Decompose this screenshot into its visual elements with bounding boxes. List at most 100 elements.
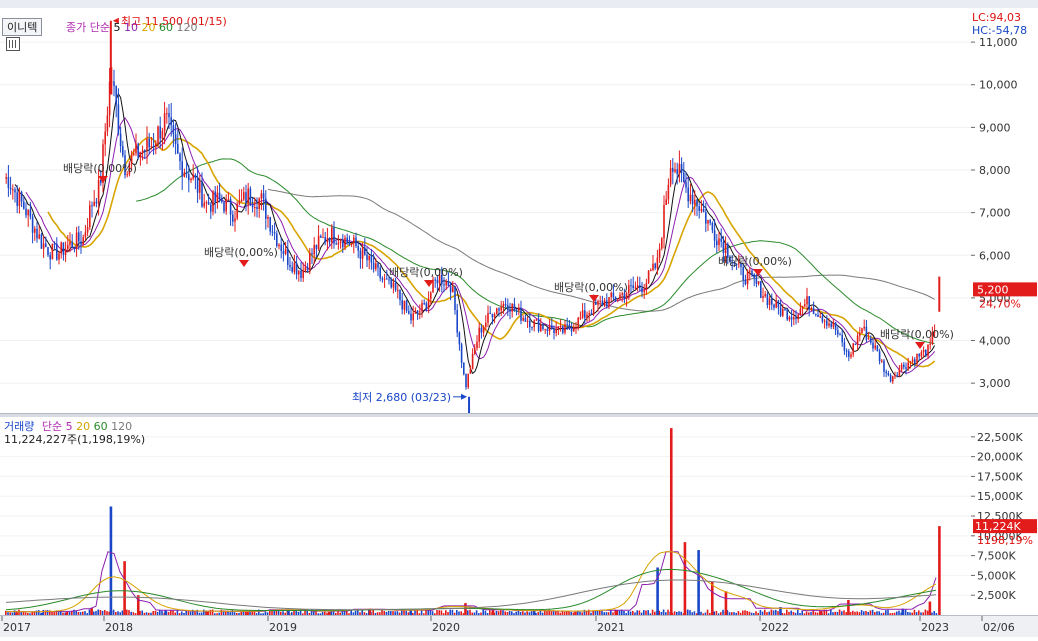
candle-body: [784, 308, 786, 310]
price-chart-panel[interactable]: 최고 11,500 (01/15) 최저 2,680 (03/23) 배당락(0,0…: [0, 8, 972, 414]
volume-chart-panel[interactable]: 거래량 단순 5 20 60 120 11,224,227주(1,198,19%…: [0, 417, 972, 615]
dividend-label: 배당락(0,00%): [63, 162, 137, 175]
candle-body: [249, 188, 252, 204]
candle-body: [812, 307, 815, 314]
candle-body: [471, 353, 474, 370]
volume-tick-label: 22,500K: [977, 431, 1023, 444]
candle-body: [201, 181, 203, 207]
candle-body: [419, 311, 421, 313]
candle-body: [529, 320, 531, 328]
volume-chart-svg: [0, 428, 971, 615]
candle-body: [97, 179, 100, 204]
candle-body: [223, 202, 225, 212]
candle-body: [95, 201, 98, 204]
volume-tick-label: 5,000K: [977, 569, 1016, 582]
candle-body: [744, 280, 747, 285]
candle-body: [309, 253, 311, 271]
price-tick-label: 9,000: [979, 121, 1011, 134]
candle-body: [581, 310, 584, 318]
candle-body: [555, 328, 557, 334]
candle-body: [777, 300, 780, 308]
candle-body: [355, 237, 357, 247]
volume-bar: [669, 428, 673, 615]
candle-body: [478, 327, 480, 342]
candle-body: [900, 364, 903, 370]
candle-body: [716, 240, 718, 246]
price-tick-label: 3,000: [979, 377, 1011, 390]
candle-body: [896, 375, 898, 377]
price-tick-label: 10,000: [979, 79, 1018, 92]
candle-body: [408, 310, 410, 314]
candle-body: [485, 322, 487, 328]
volume-bar: [697, 550, 700, 615]
candle-body: [588, 313, 590, 315]
candle-body: [713, 230, 716, 241]
volume-bar: [938, 526, 941, 615]
candle-body: [551, 325, 553, 330]
ma10-line: [25, 117, 935, 374]
candle-body: [854, 343, 857, 345]
candle-body: [271, 231, 274, 233]
candle-body: [546, 328, 549, 332]
volume-axis: 2,500K 5,000K 7,500K 10,000K 12,500K 15,000K 1…: [971, 417, 1038, 615]
candle-body: [40, 234, 43, 249]
candle-body: [526, 320, 529, 322]
candle-body: [599, 300, 601, 302]
candle-body: [522, 317, 524, 321]
candle-body: [188, 174, 190, 181]
candle-body: [570, 328, 573, 332]
candle-body: [194, 174, 197, 178]
candle-body: [414, 310, 417, 314]
date-axis-svg: 2017 2018 2019 2020 2021 2022 2023 02/06: [1, 616, 1015, 634]
candle-body: [106, 115, 109, 132]
candle-body: [302, 270, 304, 278]
grid-toggle-icon[interactable]: [6, 37, 20, 51]
ma20-legend: 20: [141, 21, 156, 34]
candle-body: [93, 201, 95, 207]
candle-body: [911, 359, 914, 362]
candle-body: [762, 296, 764, 298]
candle-body: [482, 327, 485, 333]
candle-body: [375, 263, 377, 270]
candle-body: [920, 352, 923, 357]
candle-body: [848, 351, 850, 357]
volume-bar: [710, 581, 714, 615]
candle-body: [449, 286, 452, 293]
candle-body: [56, 243, 58, 260]
price-tick-label: 11,000: [979, 36, 1018, 49]
candle-body: [227, 199, 230, 201]
candle-body: [885, 371, 887, 374]
candle-body: [749, 270, 751, 272]
candle-body: [49, 255, 51, 260]
volume-tick-label: 17,500K: [977, 470, 1023, 483]
candle-body: [199, 181, 201, 193]
candle-body: [718, 238, 720, 246]
candle-body: [218, 192, 221, 199]
candle-body: [907, 362, 909, 369]
candle-body: [601, 300, 604, 306]
candle-body: [267, 217, 269, 219]
candle-body: [595, 301, 597, 305]
candle-body: [14, 189, 16, 193]
candle-body: [903, 364, 905, 368]
candle-body: [828, 323, 830, 326]
volume-info-line: 11,224,227주(1,198,19%): [4, 433, 146, 446]
candle-body: [562, 326, 564, 333]
candle-body: [861, 328, 863, 334]
candle-body: [465, 374, 467, 388]
candle-body: [643, 290, 645, 293]
date-tick-label: 2021: [597, 621, 625, 634]
price-axis-svg: 3,0004,0005,0006,0007,0008,0009,00010,00…: [971, 36, 1037, 390]
candle-body: [579, 317, 582, 319]
stock-name-label[interactable]: 이니텍: [2, 18, 43, 36]
volume-tick-label: 20,000K: [977, 451, 1023, 464]
candle-body: [458, 332, 461, 345]
candle-body: [698, 206, 700, 211]
candle-body: [630, 285, 632, 287]
volume-bar: [136, 595, 140, 615]
ma120-legend: 120: [176, 21, 198, 34]
candle-body: [122, 146, 124, 156]
candle-body: [905, 367, 907, 369]
candle-body: [518, 307, 520, 311]
candle-body: [540, 325, 542, 332]
